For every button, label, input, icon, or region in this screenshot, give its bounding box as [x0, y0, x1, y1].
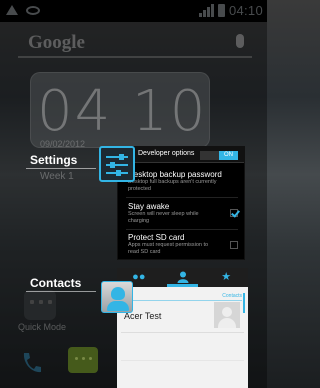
fast-scroll-thumb[interactable]	[243, 293, 245, 313]
contacts-app-icon[interactable]	[101, 281, 133, 313]
toggle-on-label: ON	[219, 151, 238, 160]
recent-divider	[26, 168, 96, 169]
developer-options-toggle[interactable]: ON	[200, 151, 238, 160]
setting-title: Stay awake	[128, 202, 170, 211]
developer-options-title: Developer options	[138, 150, 195, 157]
recent-label-contacts: Contacts	[30, 276, 82, 290]
protect-sd-card-checkbox[interactable]	[230, 241, 238, 249]
setting-desktop-backup-password[interactable]: Desktop backup password Desktop full bac…	[128, 170, 240, 193]
tab-contacts[interactable]	[161, 268, 205, 287]
developer-options-header: Developer options ON	[118, 147, 244, 163]
recent-thumbnail-contacts[interactable]: ●● ★ Contacts Acer Test	[117, 268, 248, 388]
setting-title: Desktop backup password	[128, 170, 222, 179]
star-icon: ★	[221, 271, 232, 283]
tab-favorites[interactable]: ★	[204, 268, 248, 287]
setting-divider	[126, 197, 238, 198]
stay-awake-checkbox[interactable]	[230, 209, 238, 217]
setting-subtitle: Desktop full backups aren't currently pr…	[128, 179, 217, 192]
recent-divider	[26, 291, 96, 292]
person-icon	[177, 271, 188, 283]
contacts-tab-bar: ●● ★	[117, 268, 248, 287]
recent-label-settings: Settings	[30, 153, 78, 167]
setting-protect-sd-card[interactable]: Protect SD card Apps must request permis…	[128, 233, 240, 256]
setting-subtitle: Screen will never sleep while charging	[128, 211, 199, 224]
group-icon: ●●	[132, 271, 146, 283]
list-divider	[121, 360, 244, 361]
contact-avatar	[214, 302, 240, 328]
setting-subtitle: Apps must request permission to read SD …	[128, 242, 209, 255]
setting-title: Protect SD card	[128, 233, 185, 242]
setting-divider	[126, 229, 238, 230]
contacts-section-label: Contacts	[222, 293, 242, 299]
section-divider	[121, 300, 242, 301]
settings-app-icon[interactable]	[99, 146, 135, 182]
list-divider	[121, 332, 244, 333]
recent-thumbnail-settings[interactable]: Developer options ON Desktop backup pass…	[117, 146, 245, 260]
setting-stay-awake[interactable]: Stay awake Screen will never sleep while…	[128, 202, 240, 225]
